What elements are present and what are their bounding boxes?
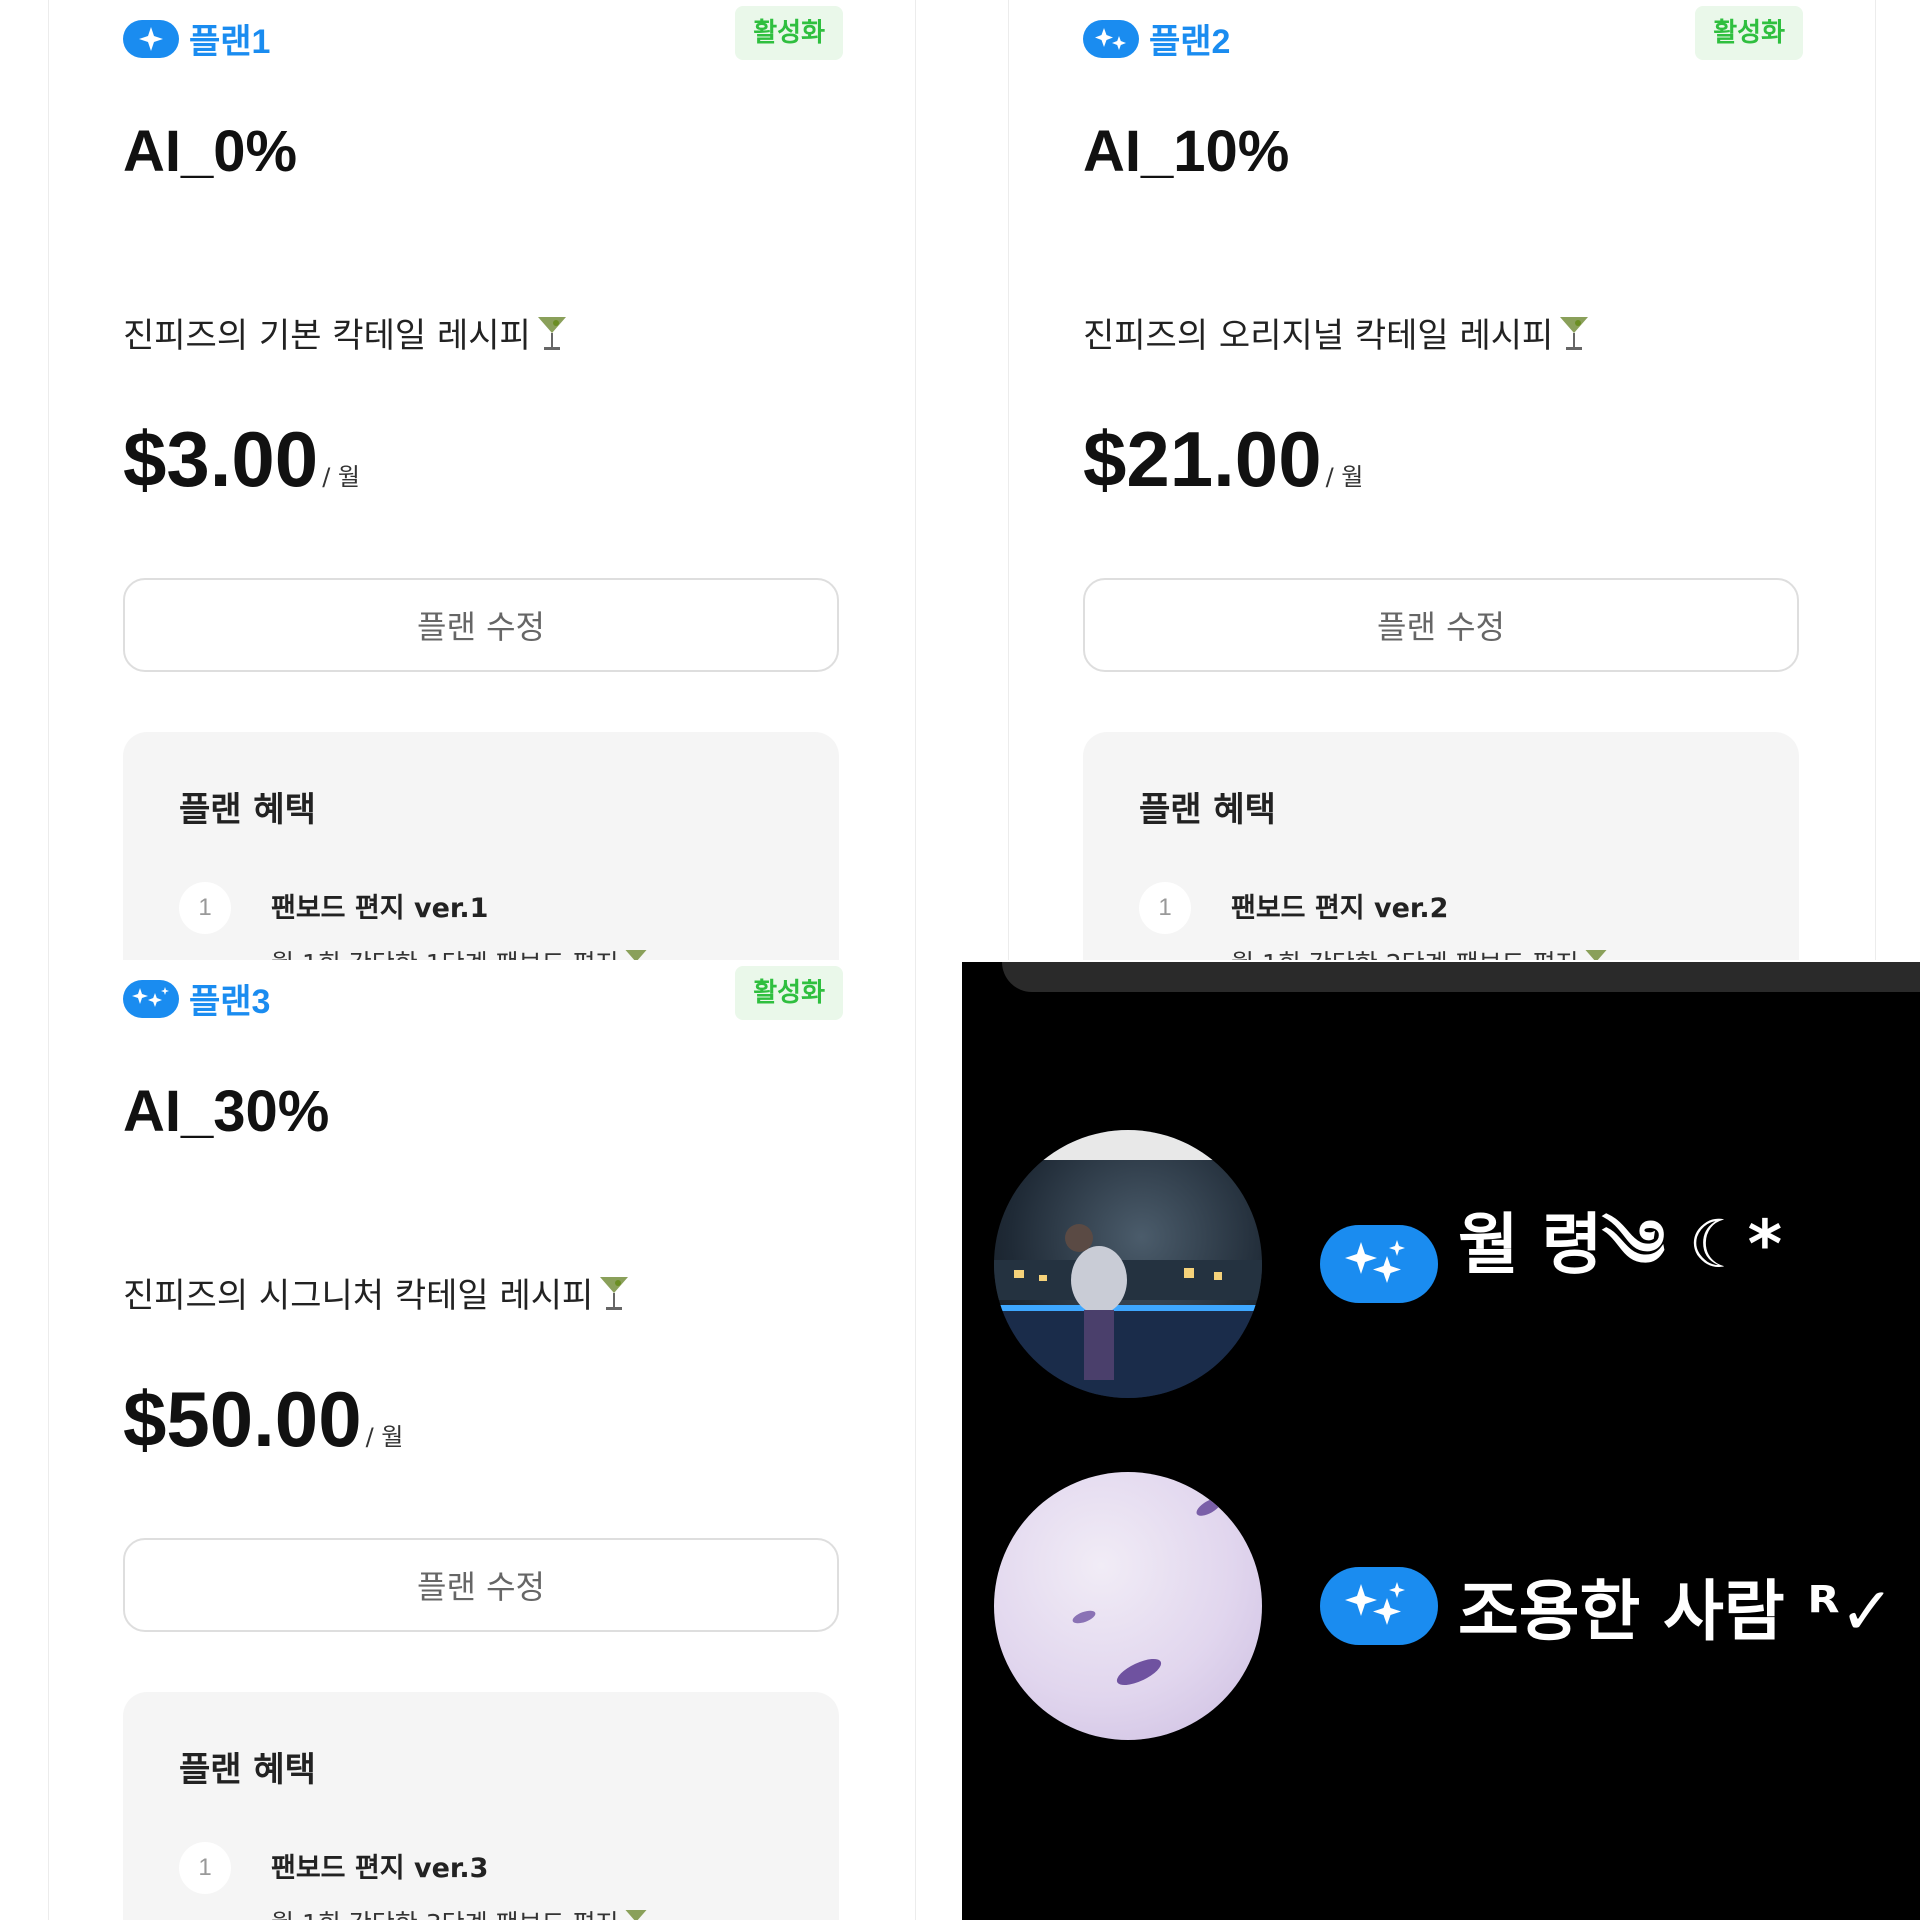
plan-description-text: 진피즈의 시그니처 칵테일 레시피 xyxy=(123,1276,594,1316)
night-city-photo xyxy=(994,1130,1262,1398)
benefits-title: 플랜 혜택 xyxy=(179,790,316,830)
plan-description: 진피즈의 오리지널 칵테일 레시피 xyxy=(1083,308,1591,357)
status-badge: 활성화 xyxy=(735,6,843,60)
plan-label: 플랜2 xyxy=(1149,23,1231,61)
plan-label: 플랜1 xyxy=(189,23,271,61)
plan-card-2-panel: 플랜2 활성화 AI_10% 진피즈의 오리지널 칵테일 레시피 $21.00 … xyxy=(960,0,1920,960)
plan-benefits: 플랜 혜택 1 팬보드 편지 ver.1 월 1회 간단한 1단계 팬보드 편지 xyxy=(123,732,839,960)
plan-header: 플랜2 xyxy=(1083,14,1230,63)
plan-title: AI_10% xyxy=(1083,119,1290,184)
plan-label: 플랜3 xyxy=(189,983,271,1021)
cocktail-icon xyxy=(1585,950,1607,960)
plan-title: AI_0% xyxy=(123,119,298,184)
plan-description: 진피즈의 시그니처 칵테일 레시피 xyxy=(123,1268,631,1317)
plan-card: 플랜3 활성화 AI_30% 진피즈의 시그니처 칵테일 레시피 $50.00 … xyxy=(48,960,916,1920)
benefit-number: 1 xyxy=(179,882,231,934)
price-row: $50.00 / 월 xyxy=(123,1380,403,1458)
benefit-description-text: 월 1회 간단한 1단계 팬보드 편지 xyxy=(271,944,619,960)
cocktail-icon xyxy=(600,1276,629,1310)
edit-plan-button[interactable]: 플랜 수정 xyxy=(123,1538,839,1632)
plan-title: AI_30% xyxy=(123,1079,330,1144)
plan-description-text: 진피즈의 기본 칵테일 레시피 xyxy=(123,316,531,356)
verified-badge-icon xyxy=(1320,1225,1438,1303)
benefit-number: 1 xyxy=(179,1842,231,1894)
plan-price: $3.00 xyxy=(123,415,319,503)
price-period: / 월 xyxy=(1325,463,1364,491)
plan-benefits: 플랜 혜택 1 팬보드 편지 ver.2 월 1회 간단한 2단계 팬보드 편지 xyxy=(1083,732,1799,960)
plan-header: 플랜3 xyxy=(123,974,270,1023)
plan-description: 진피즈의 기본 칵테일 레시피 xyxy=(123,308,569,357)
price-period: / 월 xyxy=(365,1423,404,1451)
benefit-description: 월 1회 간단한 1단계 팬보드 편지 xyxy=(271,944,649,960)
member-name: 조용한 사람 ᴿ✓ xyxy=(1458,1573,1895,1650)
sparkles-icon xyxy=(1083,19,1139,58)
plan-benefits: 플랜 혜택 1 팬보드 편지 ver.3 월 1회 간단한 3단계 팬보드 편지 xyxy=(123,1692,839,1920)
plan-card: 플랜2 활성화 AI_10% 진피즈의 오리지널 칵테일 레시피 $21.00 … xyxy=(1008,0,1876,960)
benefit-name: 팬보드 편지 ver.3 xyxy=(271,1853,489,1884)
plan-card-3-panel: 플랜3 활성화 AI_30% 진피즈의 시그니처 칵테일 레시피 $50.00 … xyxy=(0,960,960,1920)
benefits-title: 플랜 혜택 xyxy=(179,1750,316,1790)
member-row[interactable]: 조용한 사람 ᴿ✓ xyxy=(994,1472,1895,1740)
top-strip xyxy=(1002,962,1920,992)
benefits-title: 플랜 혜택 xyxy=(1139,790,1276,830)
member-list-panel: 월 령༄ ☾* 조용한 사람 ᴿ✓ xyxy=(962,962,1920,1920)
price-period: / 월 xyxy=(322,463,360,491)
benefit-name: 팬보드 편지 ver.2 xyxy=(1231,893,1449,924)
avatar xyxy=(994,1130,1262,1398)
plan-card: 플랜1 활성화 AI_0% 진피즈의 기본 칵테일 레시피 $3.00 / 월 … xyxy=(48,0,916,960)
member-row[interactable]: 월 령༄ ☾* xyxy=(994,1130,1782,1398)
benefit-description-text: 월 1회 간단한 2단계 팬보드 편지 xyxy=(1231,944,1579,960)
sparkles-icon xyxy=(123,979,179,1018)
status-badge: 활성화 xyxy=(1695,6,1803,60)
benefit-description: 월 1회 간단한 3단계 팬보드 편지 xyxy=(271,1904,649,1920)
benefit-description-text: 월 1회 간단한 3단계 팬보드 편지 xyxy=(271,1904,619,1920)
cocktail-icon xyxy=(537,316,566,350)
benefit-description: 월 1회 간단한 2단계 팬보드 편지 xyxy=(1231,944,1609,960)
sparkle-icon xyxy=(123,19,179,58)
plan-description-text: 진피즈의 오리지널 칵테일 레시피 xyxy=(1083,316,1554,356)
plan-price: $21.00 xyxy=(1083,415,1322,503)
edit-plan-button[interactable]: 플랜 수정 xyxy=(1083,578,1799,672)
status-badge: 활성화 xyxy=(735,966,843,1020)
avatar xyxy=(994,1472,1262,1740)
member-name: 월 령༄ ☾* xyxy=(1458,1206,1783,1283)
purple-petals-photo xyxy=(1072,1498,1222,1686)
plan-card-1-panel: 플랜1 활성화 AI_0% 진피즈의 기본 칵테일 레시피 $3.00 / 월 … xyxy=(0,0,960,960)
verified-badge-icon xyxy=(1320,1567,1438,1645)
edit-plan-button[interactable]: 플랜 수정 xyxy=(123,578,839,672)
plan-header: 플랜1 xyxy=(123,14,270,63)
cocktail-icon xyxy=(1560,316,1589,350)
price-row: $21.00 / 월 xyxy=(1083,420,1363,498)
benefit-name: 팬보드 편지 ver.1 xyxy=(271,893,489,924)
cocktail-icon xyxy=(625,950,647,960)
cocktail-icon xyxy=(625,1910,647,1920)
price-row: $3.00 / 월 xyxy=(123,420,360,498)
benefit-number: 1 xyxy=(1139,882,1191,934)
plan-price: $50.00 xyxy=(123,1375,362,1463)
